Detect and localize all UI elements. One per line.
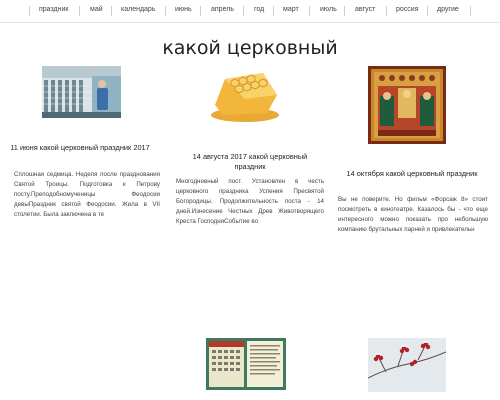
nav-item-prazdnik[interactable]: праздник	[39, 6, 68, 13]
nav-item-august[interactable]: август	[355, 6, 375, 13]
article-thumbnail-rowan[interactable]	[368, 338, 446, 392]
nav-divider	[386, 6, 387, 16]
page-title: какой церковный	[162, 37, 338, 59]
nav-item-other[interactable]: другие	[437, 6, 459, 13]
nav-item-june[interactable]: июнь	[175, 6, 192, 13]
nav-divider	[470, 6, 471, 16]
rowan-berries-image	[368, 338, 446, 392]
article-title[interactable]: 14 октября какой церковный праздник	[340, 169, 484, 179]
nav-item-april[interactable]: апрель	[211, 6, 234, 13]
nav-item-calendar[interactable]: календарь	[121, 6, 155, 13]
honey-image	[205, 65, 285, 125]
top-navigation: праздник май календарь июнь апрель год м…	[0, 0, 500, 23]
orthodox-icon-image	[368, 66, 446, 144]
nav-item-march[interactable]: март	[283, 6, 299, 13]
article-excerpt: Сплошная седмица. Неделя после празднова…	[14, 171, 160, 218]
factory-image	[42, 66, 121, 118]
nav-divider	[273, 6, 274, 16]
nav-divider	[243, 6, 244, 16]
article-title[interactable]: 14 августа 2017 какой церковный праздник	[178, 152, 322, 172]
nav-divider	[200, 6, 201, 16]
article-thumbnail-honey[interactable]	[205, 65, 285, 125]
nav-divider	[165, 6, 166, 16]
nav-divider	[344, 6, 345, 16]
nav-divider	[427, 6, 428, 16]
article-excerpt: Многодневный пост. Установлен в честь це…	[176, 178, 324, 225]
nav-item-july[interactable]: июль	[320, 6, 337, 13]
nav-item-may[interactable]: май	[90, 6, 103, 13]
calendar-image	[206, 338, 286, 390]
article-thumbnail-factory[interactable]	[42, 66, 121, 118]
article-thumbnail-icon[interactable]	[368, 66, 446, 144]
nav-item-russia[interactable]: россия	[396, 6, 419, 13]
article-excerpt: Вы не поверите. Но фильм «Форсаж 8» стои…	[338, 196, 488, 233]
nav-divider	[29, 6, 30, 16]
nav-item-year[interactable]: год	[254, 6, 264, 13]
nav-divider	[309, 6, 310, 16]
nav-divider	[79, 6, 80, 16]
article-thumbnail-calendar[interactable]	[206, 338, 286, 390]
article-title[interactable]: 11 июня какой церковный праздник 2017	[8, 143, 152, 153]
nav-divider	[111, 6, 112, 16]
